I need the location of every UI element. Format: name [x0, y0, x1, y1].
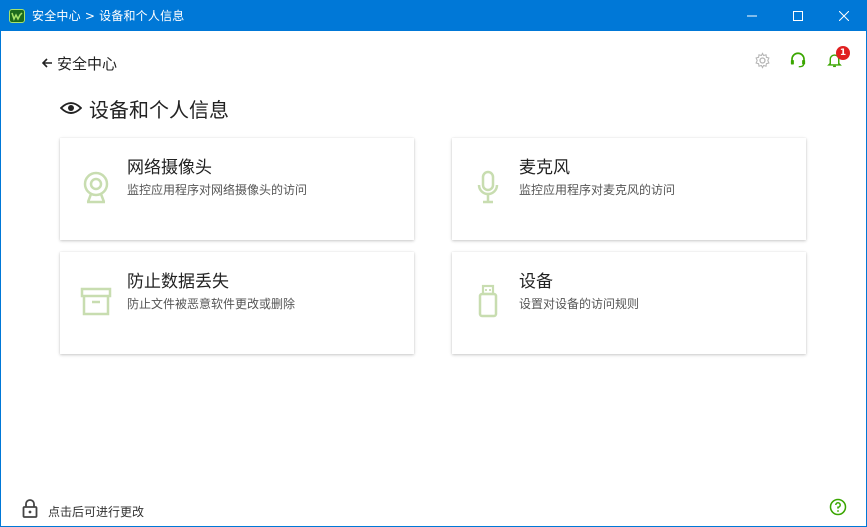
- webcam-icon: [83, 171, 109, 204]
- card-data-loss-prevention[interactable]: 防止数据丢失 防止文件被恶意软件更改或删除: [60, 252, 414, 354]
- help-icon[interactable]: [829, 498, 847, 516]
- usb-drive-icon: [478, 284, 498, 318]
- arrow-left-icon: [42, 58, 52, 68]
- archive-box-icon: [80, 287, 112, 316]
- card-description: 监控应用程序对网络摄像头的访问: [127, 183, 308, 197]
- title-bar[interactable]: 安全中心 > 设备和个人信息: [0, 0, 867, 31]
- card-description: 设置对设备的访问规则: [519, 297, 640, 311]
- lock-icon: [22, 499, 38, 518]
- notification-badge: 1: [836, 46, 850, 60]
- card-title: 网络摄像头: [127, 158, 212, 178]
- card-microphone[interactable]: 麦克风 监控应用程序对麦克风的访问: [452, 138, 806, 240]
- notifications-button[interactable]: 1: [825, 46, 850, 70]
- lock-button[interactable]: [20, 496, 40, 520]
- headset-icon: [790, 52, 806, 68]
- lock-status-text[interactable]: 点击后可进行更改: [48, 503, 144, 520]
- microphone-icon: [477, 170, 499, 204]
- back-link-label: 安全中心: [57, 54, 118, 73]
- settings-button[interactable]: [753, 50, 771, 70]
- page-title: 设备和个人信息: [60, 94, 229, 122]
- top-toolbar: 1: [753, 46, 850, 70]
- card-title: 麦克风: [519, 158, 570, 178]
- card-webcam[interactable]: 网络摄像头 监控应用程序对网络摄像头的访问: [60, 138, 414, 240]
- card-description: 监控应用程序对麦克风的访问: [519, 183, 676, 197]
- gear-icon: [754, 51, 770, 69]
- card-description: 防止文件被恶意软件更改或删除: [127, 297, 296, 311]
- maximize-button[interactable]: [775, 0, 821, 31]
- close-icon: [839, 10, 849, 21]
- card-devices[interactable]: 设备 设置对设备的访问规则: [452, 252, 806, 354]
- eye-icon: [60, 102, 82, 114]
- close-button[interactable]: [821, 0, 867, 31]
- page-title-text: 设备和个人信息: [89, 97, 229, 122]
- app-logo-icon: [9, 8, 25, 23]
- back-link[interactable]: 安全中心: [42, 52, 117, 74]
- support-button[interactable]: [789, 50, 807, 70]
- card-title: 设备: [519, 272, 553, 292]
- window-title: 安全中心 > 设备和个人信息: [32, 9, 185, 23]
- minimize-icon: [747, 15, 757, 16]
- card-title: 防止数据丢失: [127, 272, 229, 292]
- minimize-button[interactable]: [729, 0, 775, 31]
- maximize-icon: [793, 10, 803, 21]
